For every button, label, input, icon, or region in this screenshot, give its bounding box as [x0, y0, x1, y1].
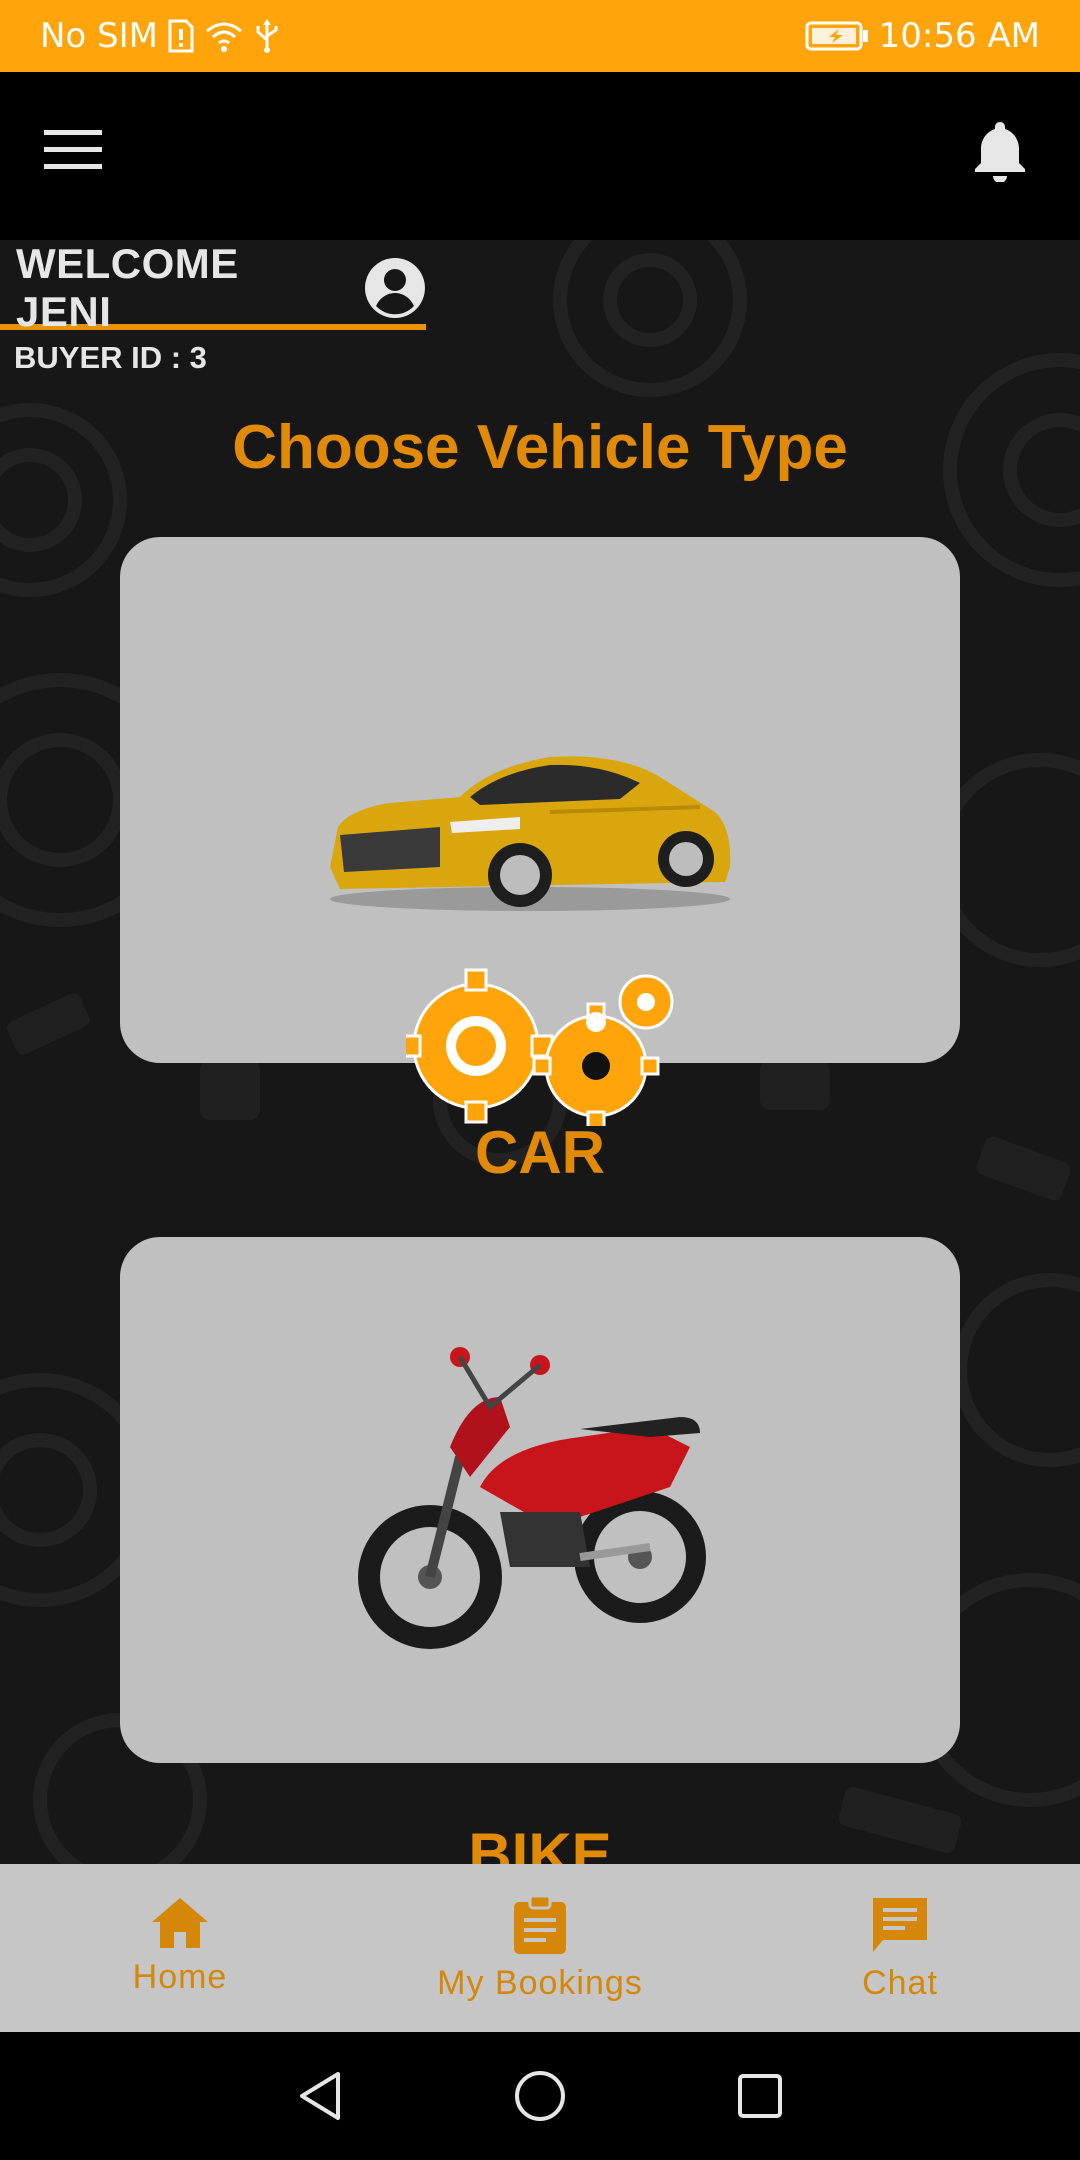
bottom-navigation: Home My Bookings Chat — [0, 1864, 1080, 2032]
hamburger-icon — [44, 130, 102, 169]
home-icon — [152, 1898, 208, 1948]
notifications-button[interactable] — [970, 118, 1050, 198]
home-button[interactable] — [500, 2056, 580, 2136]
clock-text: 10:56 AM — [878, 16, 1040, 56]
status-bar: No SIM 10:56 AM — [0, 0, 1080, 72]
chat-icon — [873, 1898, 927, 1952]
main-content: WELCOME JENI BUYER ID : 3 Choose Vehicle… — [0, 240, 1080, 1864]
back-button[interactable] — [280, 2056, 360, 2136]
carrier-text: No SIM — [40, 16, 158, 56]
nav-chat[interactable]: Chat — [720, 1864, 1080, 2032]
nav-chat-label: Chat — [862, 1964, 938, 2002]
home-circle-icon — [515, 2071, 565, 2121]
nav-my-bookings-label: My Bookings — [437, 1964, 643, 2002]
battery-icon — [805, 21, 868, 51]
bike-option-card[interactable] — [120, 1237, 960, 1763]
back-triangle-icon — [300, 2072, 340, 2120]
recents-square-icon — [738, 2074, 782, 2118]
sim-alert-icon — [168, 19, 194, 53]
bike-image — [358, 1347, 706, 1649]
usb-icon — [256, 19, 278, 53]
nav-home[interactable]: Home — [0, 1864, 360, 2032]
app-bar — [0, 72, 1080, 240]
car-label[interactable]: CAR — [0, 1118, 1080, 1187]
recents-button[interactable] — [720, 2056, 800, 2136]
account-circle-icon[interactable] — [364, 257, 426, 319]
loading-gears-icon — [406, 968, 674, 1126]
page-title: Choose Vehicle Type — [232, 413, 848, 482]
welcome-banner: WELCOME JENI — [0, 240, 426, 335]
bike-label[interactable]: BIKE — [0, 1820, 1080, 1864]
nav-home-label: Home — [132, 1958, 228, 1996]
menu-button[interactable] — [44, 128, 124, 188]
nav-my-bookings[interactable]: My Bookings — [360, 1864, 720, 2032]
welcome-text: WELCOME JENI — [16, 240, 239, 335]
bell-icon — [975, 122, 1025, 183]
buyer-id: BUYER ID : 3 — [14, 340, 207, 375]
clipboard-icon — [514, 1894, 566, 1954]
wifi-icon — [206, 22, 242, 52]
car-image — [330, 756, 731, 911]
system-navigation-bar — [0, 2032, 1080, 2160]
